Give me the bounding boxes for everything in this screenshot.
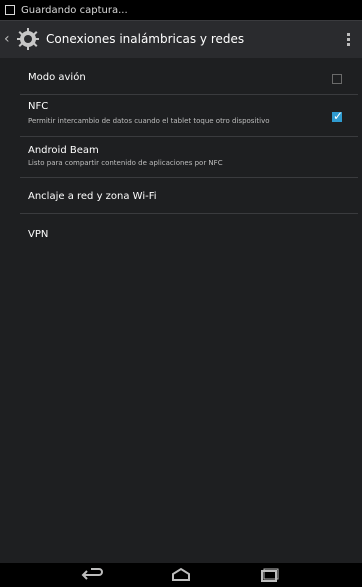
home-icon[interactable]: [167, 567, 195, 583]
divider: [20, 177, 358, 178]
setting-title: NFC: [28, 101, 49, 112]
divider: [20, 213, 358, 214]
divider: [20, 136, 358, 137]
setting-airplane-mode[interactable]: Modo avión: [0, 64, 362, 94]
settings-screen: Guardando captura... ‹ Conexiones inalám…: [0, 0, 362, 587]
notification-text: Guardando captura...: [21, 4, 128, 16]
airplane-mode-checkbox[interactable]: [332, 74, 342, 84]
action-bar: ‹ Conexiones inalámbricas y redes: [0, 20, 362, 58]
screenshot-icon: [5, 5, 15, 15]
setting-summary: Permitir intercambio de datos cuando el …: [28, 117, 270, 125]
setting-title: Android Beam: [28, 145, 99, 156]
page-title: Conexiones inalámbricas y redes: [46, 32, 245, 46]
setting-nfc[interactable]: NFC Permitir intercambio de datos cuando…: [0, 98, 362, 132]
status-bar: Guardando captura...: [0, 0, 362, 20]
setting-summary: Listo para compartir contenido de aplica…: [28, 159, 223, 167]
divider: [20, 94, 358, 95]
setting-title: VPN: [28, 229, 49, 240]
navigation-bar: [0, 563, 362, 587]
back-icon[interactable]: [79, 567, 107, 583]
setting-title: Anclaje a red y zona Wi-Fi: [28, 191, 157, 202]
setting-tethering-hotspot[interactable]: Anclaje a red y zona Wi-Fi: [0, 182, 362, 212]
setting-android-beam[interactable]: Android Beam Listo para compartir conten…: [0, 142, 362, 176]
recents-icon[interactable]: [255, 567, 283, 583]
settings-gear-icon[interactable]: [16, 27, 40, 51]
nfc-checkbox[interactable]: [332, 109, 343, 123]
setting-title: Modo avión: [28, 72, 86, 83]
setting-vpn[interactable]: VPN: [0, 224, 362, 252]
overflow-menu-icon[interactable]: [340, 27, 356, 51]
up-caret-icon[interactable]: ‹: [4, 32, 12, 46]
settings-list: Modo avión NFC Permitir intercambio de d…: [0, 58, 362, 563]
